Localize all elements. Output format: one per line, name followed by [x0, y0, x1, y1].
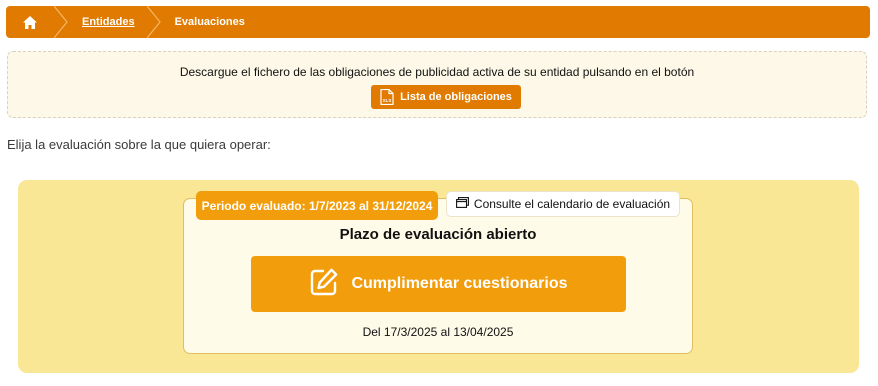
download-notice: Descargue el fichero de las obligaciones…: [7, 51, 867, 118]
calendar-icon: [455, 197, 469, 211]
calendar-button-label: Consulte el calendario de evaluación: [473, 197, 671, 211]
date-range: Del 17/3/2025 al 13/04/2025: [362, 325, 514, 339]
breadcrumb-item-entidades[interactable]: Entidades: [68, 6, 147, 38]
period-badge: Periodo evaluado: 1/7/2023 al 31/12/2024: [196, 191, 438, 220]
obligations-list-button[interactable]: XLS Lista de obligaciones: [371, 85, 521, 109]
deadline-title: Plazo de evaluación abierto: [339, 226, 537, 243]
evaluation-prompt: Elija la evaluación sobre la que quiera …: [7, 137, 271, 152]
fill-questionnaires-button[interactable]: Cumplimentar cuestionarios: [251, 256, 626, 312]
breadcrumb: Entidades Evaluaciones: [6, 6, 870, 38]
home-button[interactable]: [6, 6, 54, 38]
calendar-button[interactable]: Consulte el calendario de evaluación: [446, 191, 680, 217]
obligations-list-label: Lista de obligaciones: [400, 91, 512, 103]
notice-text: Descargue el fichero de las obligaciones…: [179, 65, 695, 79]
breadcrumb-separator: [54, 6, 68, 38]
breadcrumb-separator: [146, 6, 161, 38]
xls-file-icon: XLS: [380, 89, 394, 105]
fill-questionnaires-label: Cumplimentar cuestionarios: [351, 275, 568, 292]
breadcrumb-item-evaluaciones: Evaluaciones: [174, 16, 245, 28]
edit-icon: [309, 267, 339, 302]
svg-text:XLS: XLS: [383, 98, 392, 103]
home-icon: [23, 15, 37, 29]
